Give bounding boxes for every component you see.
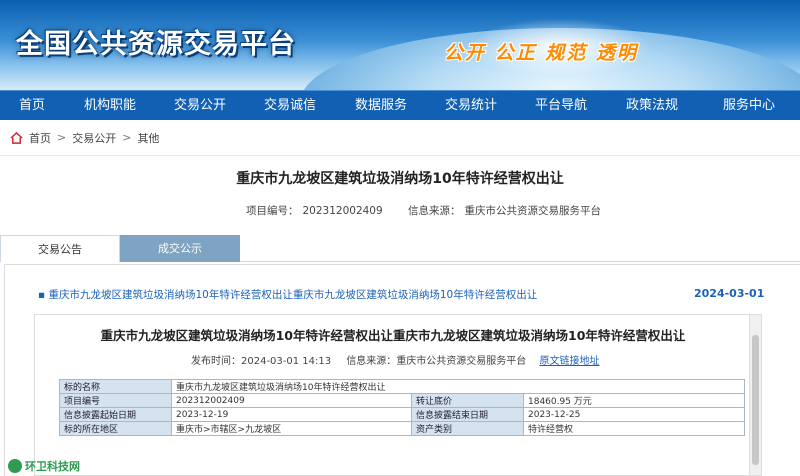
nav-item-trade-credit[interactable]: 交易诚信: [244, 91, 336, 121]
nav-item-service-center[interactable]: 服务中心: [698, 91, 800, 121]
watermark-text: 环卫科技网: [25, 460, 80, 473]
tab-bar: 交易公告 成交公示: [0, 235, 800, 262]
breadcrumb-trade-public[interactable]: 交易公开: [72, 130, 116, 146]
breadcrumb-home[interactable]: 首页: [29, 130, 51, 146]
bullet-icon: ▪: [38, 289, 46, 301]
table-row: 项目编号 202312002409 转让底价 18460.95 万元: [59, 393, 745, 408]
main-nav: 首页 机构职能 交易公开 交易诚信 数据服务 交易统计 平台导航 政策法规 服务…: [0, 90, 800, 120]
table-value: 特许经营权: [523, 421, 745, 436]
table-key: 转让底价: [411, 393, 524, 408]
table-key: 标的名称: [59, 379, 172, 394]
breadcrumb: 首页 > 交易公开 > 其他: [0, 120, 800, 156]
breadcrumb-separator: >: [122, 131, 132, 144]
watermark: 环卫科技网: [8, 458, 80, 474]
table-row: 信息披露起始日期 2023-12-19 信息披露结束日期 2023-12-25: [59, 407, 745, 422]
table-key: 项目编号: [59, 393, 172, 408]
table-value: 202312002409: [171, 393, 412, 408]
document-title: 重庆市九龙坡区建筑垃圾消纳场10年特许经营权出让重庆市九龙坡区建筑垃圾消纳场10…: [100, 328, 686, 343]
site-title[interactable]: 全国公共资源交易平台: [16, 22, 296, 61]
tab-trade-notice[interactable]: 交易公告: [0, 235, 120, 262]
table-row: 标的所在地区 重庆市>市辖区>九龙坡区 资产类别 特许经营权: [59, 421, 745, 436]
site-banner: 全国公共资源交易平台 公开 公正 规范 透明: [0, 0, 800, 90]
listing-link[interactable]: ▪ 重庆市九龙坡区建筑垃圾消纳场10年特许经营权出让重庆市九龙坡区建筑垃圾消纳场…: [38, 287, 537, 302]
scrollbar-thumb[interactable]: [752, 335, 759, 465]
nav-item-trade-stats[interactable]: 交易统计: [426, 91, 516, 121]
table-value: 重庆市>市辖区>九龙坡区: [171, 421, 412, 436]
breadcrumb-other[interactable]: 其他: [137, 130, 159, 146]
nav-item-data-service[interactable]: 数据服务: [336, 91, 426, 121]
nav-item-platform-nav[interactable]: 平台导航: [516, 91, 606, 121]
nav-item-home[interactable]: 首页: [0, 91, 64, 121]
table-row: 标的名称 重庆市九龙坡区建筑垃圾消纳场10年特许经营权出让: [59, 379, 745, 394]
document-frame[interactable]: 重庆市九龙坡区建筑垃圾消纳场10年特许经营权出让重庆市九龙坡区建筑垃圾消纳场10…: [34, 314, 762, 476]
nav-item-trade-public[interactable]: 交易公开: [156, 91, 244, 121]
table-key: 信息披露结束日期: [411, 407, 524, 422]
project-no-label: 项目编号：: [246, 205, 299, 217]
table-key: 标的所在地区: [59, 421, 172, 436]
table-key: 资产类别: [411, 421, 524, 436]
table-value: 18460.95 万元: [523, 393, 745, 408]
source-label: 信息来源：: [408, 205, 461, 217]
table-value: 2023-12-19: [171, 407, 412, 422]
page-title: 重庆市九龙坡区建筑垃圾消纳场10年特许经营权出让: [236, 171, 564, 187]
document-scrollbar[interactable]: [749, 315, 761, 475]
nav-item-org-functions[interactable]: 机构职能: [64, 91, 156, 121]
doc-source-label: 信息来源：: [346, 356, 397, 367]
listing-link-text: 重庆市九龙坡区建筑垃圾消纳场10年特许经营权出让重庆市九龙坡区建筑垃圾消纳场10…: [48, 289, 538, 301]
tab-deal-publicity[interactable]: 成交公示: [120, 235, 240, 262]
project-no: 202312002409: [302, 205, 383, 217]
site-slogan: 公开 公正 规范 透明: [444, 42, 638, 64]
table-value: 2023-12-25: [523, 407, 745, 422]
info-table: 标的名称 重庆市九龙坡区建筑垃圾消纳场10年特许经营权出让 项目编号 20231…: [59, 379, 745, 436]
watermark-logo-icon: [8, 459, 22, 473]
table-value: 重庆市九龙坡区建筑垃圾消纳场10年特许经营权出让: [171, 379, 745, 394]
home-icon: [10, 131, 23, 144]
publish-label: 发布时间：: [191, 356, 241, 367]
article-meta: 项目编号： 202312002409 信息来源： 重庆市公共资源交易服务平台: [246, 203, 605, 218]
listing-date: 2024-03-01: [694, 287, 765, 300]
source-value: 重庆市公共资源交易服务平台: [464, 205, 602, 217]
doc-source: 重庆市公共资源交易服务平台: [396, 356, 527, 367]
document-meta: 发布时间：2024-03-01 14:13 信息来源：重庆市公共资源交易服务平台…: [191, 352, 600, 367]
table-key: 信息披露起始日期: [59, 407, 172, 422]
publish-time: 2024-03-01 14:13: [241, 356, 332, 367]
breadcrumb-separator: >: [57, 131, 67, 144]
nav-item-policy[interactable]: 政策法规: [606, 91, 698, 121]
original-link[interactable]: 原文链接地址: [540, 356, 600, 367]
